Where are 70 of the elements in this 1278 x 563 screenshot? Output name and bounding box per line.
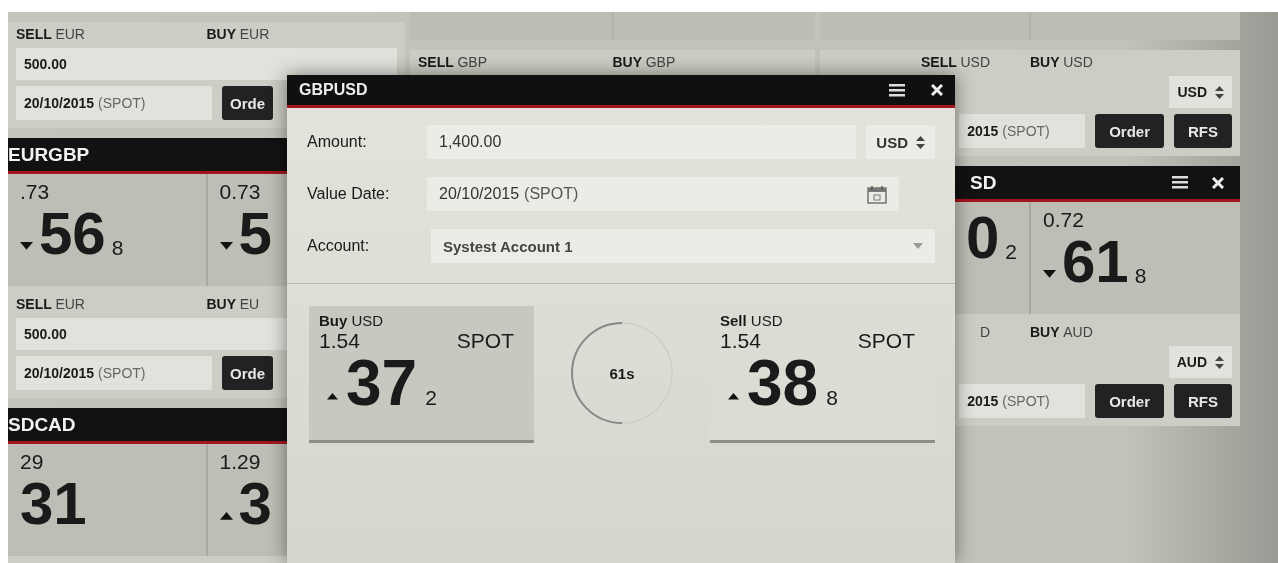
order-button[interactable]: Order xyxy=(1095,114,1164,148)
price-pip: 2 xyxy=(1005,240,1017,265)
date-field[interactable]: 2015 (SPOT) xyxy=(959,114,1086,148)
quote-label: Sell USD xyxy=(720,312,784,329)
column-label: BUY EUR xyxy=(206,26,270,42)
price-cell[interactable]: .73 56 8 xyxy=(8,174,206,286)
column-label: SELL EUR xyxy=(16,296,85,312)
price-big-figure: 38 xyxy=(747,353,819,414)
order-button[interactable]: Orde xyxy=(222,356,273,390)
up-down-icon xyxy=(1215,355,1224,369)
field-label: Account: xyxy=(307,237,371,255)
amount-input[interactable]: 1,400.00 xyxy=(427,125,857,159)
column-label: BUY AUD xyxy=(1030,324,1093,340)
price-pip: 2 xyxy=(425,385,437,411)
date-field[interactable]: 2015 (SPOT) xyxy=(959,384,1086,418)
column-label: BUY EU xyxy=(206,296,260,312)
up-down-icon xyxy=(916,135,925,149)
column-label: BUY GBP xyxy=(612,54,676,70)
price-prefix: .73 xyxy=(20,180,50,204)
dialog-title: GBPUSD xyxy=(299,81,369,99)
currency-select[interactable]: USD xyxy=(866,125,935,159)
account-select[interactable]: Systest Account 1 xyxy=(431,229,935,263)
price-prefix: 0.72 xyxy=(1043,208,1084,232)
quote-tile[interactable]: Buy USD 1.54 SPOT 37 2 xyxy=(309,306,534,440)
price-big-figure: 5 xyxy=(238,204,272,264)
price-prefix: 1.54 xyxy=(720,329,761,353)
price-big-figure: 3 xyxy=(238,474,272,534)
tenor-label: SPOT xyxy=(456,329,514,353)
tenor-label: SPOT xyxy=(857,329,915,353)
date-field[interactable]: 20/10/2015 (SPOT) xyxy=(16,356,212,390)
rfs-button[interactable]: RFS xyxy=(1174,114,1232,148)
close-icon[interactable] xyxy=(1212,176,1224,189)
column-label: BUY USD xyxy=(1030,54,1093,70)
price-pip: 8 xyxy=(1134,264,1147,289)
field-label: Value Date: xyxy=(307,185,391,203)
price-pip: 8 xyxy=(111,236,124,261)
menu-icon[interactable] xyxy=(1172,176,1188,189)
amount-field[interactable]: 500.00 xyxy=(16,48,397,80)
price-prefix: 29 xyxy=(20,450,44,474)
price-cell[interactable]: 29 31 xyxy=(8,444,206,556)
countdown-label: 61s xyxy=(609,364,635,382)
price-prefix: 1.29 xyxy=(219,450,261,474)
pair-title: SDCAD xyxy=(8,413,77,436)
currency-select[interactable]: USD xyxy=(1169,76,1232,108)
order-button[interactable]: Order xyxy=(1095,384,1164,418)
pair-title: EURGBP xyxy=(8,143,91,166)
column-label: SELL EUR xyxy=(16,26,85,42)
column-label: SELL USD xyxy=(921,54,991,70)
menu-icon[interactable] xyxy=(889,83,905,97)
price-big-figure: 0 xyxy=(965,208,1000,268)
column-label: D xyxy=(979,324,991,340)
price-cell[interactable]: 0.72 61 8 xyxy=(1031,202,1240,314)
column-label: SELL GBP xyxy=(418,54,487,70)
date-input[interactable]: 20/10/2015 (SPOT) xyxy=(427,177,899,211)
order-button[interactable]: Orde xyxy=(222,86,273,120)
pair-title: SD xyxy=(970,171,998,194)
price-big-figure: 56 xyxy=(39,204,106,264)
price-big-figure: 61 xyxy=(1062,232,1129,292)
price-big-figure: 37 xyxy=(346,353,418,414)
price-big-figure: 31 xyxy=(20,474,87,534)
close-icon[interactable] xyxy=(931,84,943,96)
rfs-button[interactable]: RFS xyxy=(1174,384,1232,418)
date-field[interactable]: 20/10/2015 (SPOT) xyxy=(16,86,212,120)
calendar-icon[interactable] xyxy=(867,184,887,204)
up-down-icon xyxy=(1215,85,1224,99)
price-pip: 8 xyxy=(826,385,838,411)
field-label: Amount: xyxy=(307,133,368,151)
price-prefix: 0.73 xyxy=(219,180,261,204)
price-prefix: 1.54 xyxy=(319,329,360,353)
currency-select[interactable]: AUD xyxy=(1168,346,1232,378)
